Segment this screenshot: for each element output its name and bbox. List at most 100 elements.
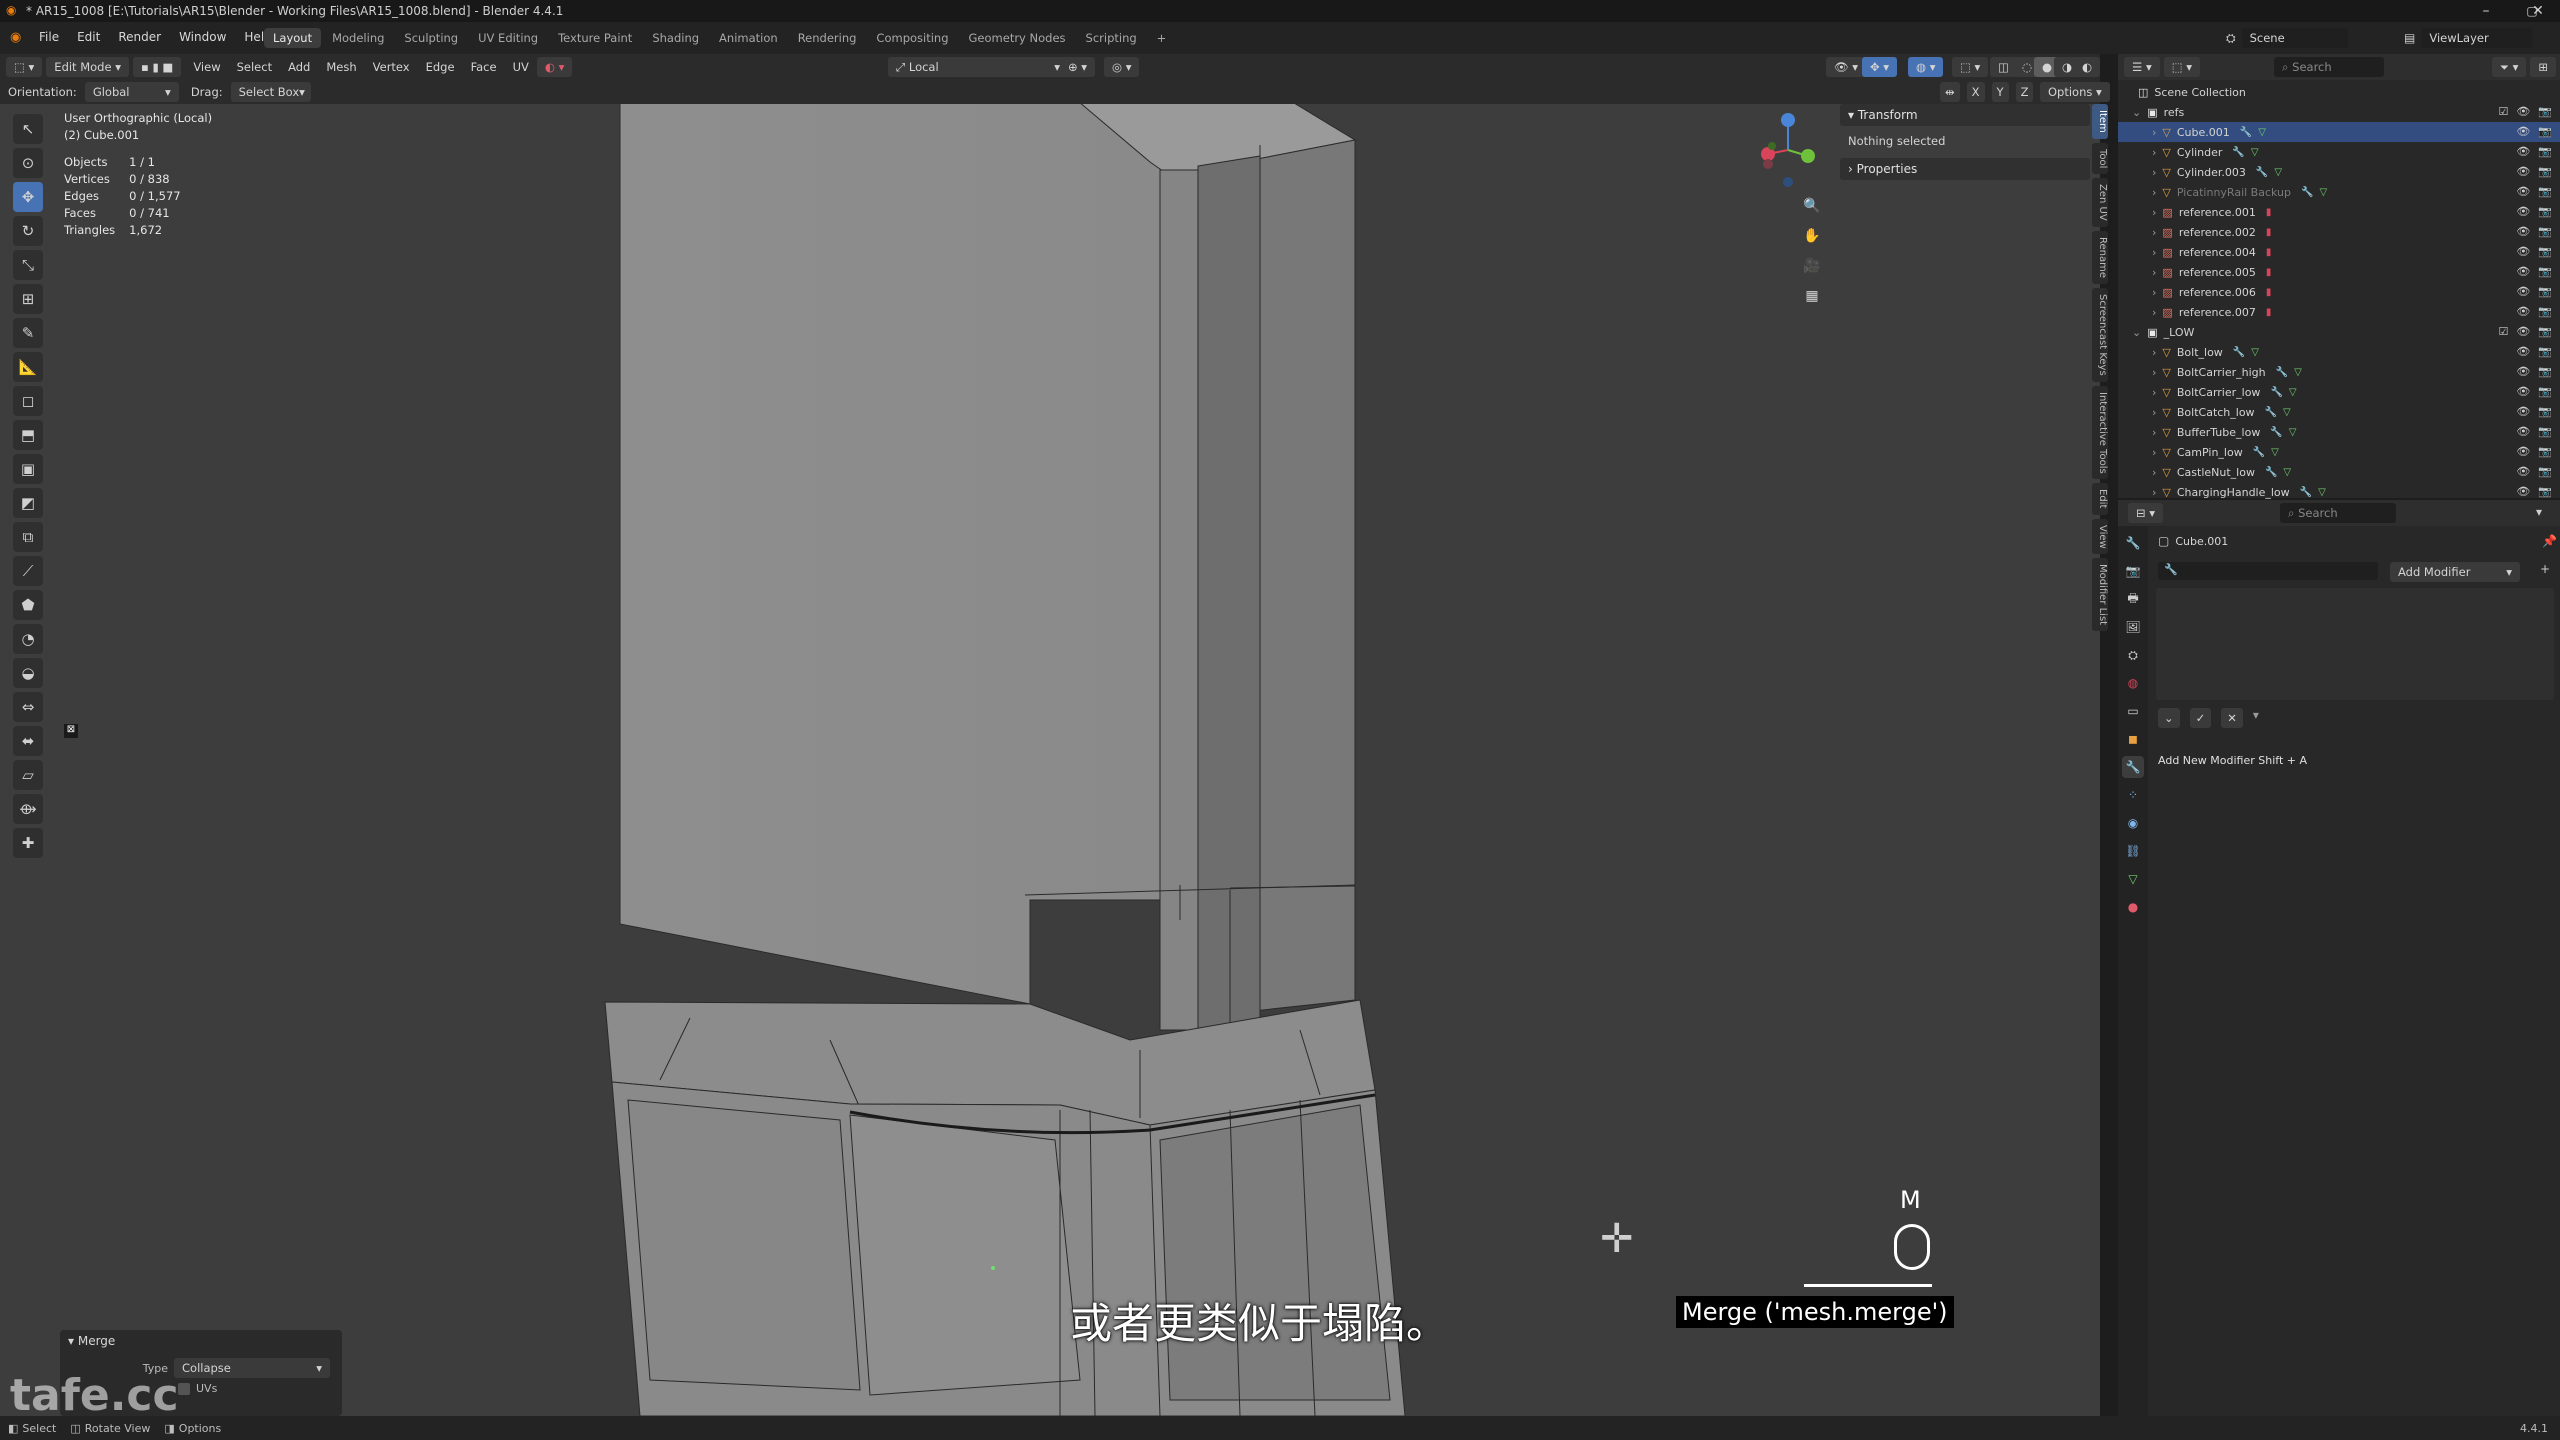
modifier-icon[interactable]: 🔧 bbox=[2253, 447, 2265, 458]
merge-panel-header[interactable]: ▾ Merge bbox=[60, 1330, 342, 1352]
view-layer-tab-icon[interactable]: 🖼 bbox=[2122, 616, 2144, 638]
exclude-checkbox-icon[interactable]: ☑ bbox=[2498, 105, 2508, 118]
modifier-check-icon[interactable]: ✓ bbox=[2189, 708, 2212, 728]
axis-x-toggle[interactable]: X bbox=[1966, 82, 1985, 102]
navigation-gizmo[interactable] bbox=[1748, 110, 1828, 190]
rotate-tool-icon[interactable]: ↻ bbox=[13, 216, 43, 246]
properties-search-input[interactable]: ⌕ Search bbox=[2280, 503, 2396, 523]
camera-icon[interactable]: 📷 bbox=[2538, 405, 2552, 418]
material-tab-icon[interactable]: ● bbox=[2122, 896, 2144, 918]
mesh-data-icon[interactable]: ▽ bbox=[2289, 427, 2297, 438]
image-data-icon[interactable]: ▮ bbox=[2266, 227, 2272, 238]
menu-render[interactable]: Render bbox=[109, 30, 170, 44]
outliner-row[interactable]: › ▽ BufferTube_low 🔧 ▽ 👁 📷 bbox=[2118, 422, 2560, 442]
drag-dropdown[interactable]: Select Box ▾ bbox=[230, 82, 311, 102]
menu-window[interactable]: Window bbox=[170, 30, 235, 44]
modifier-icon[interactable]: 🔧 bbox=[2232, 147, 2244, 158]
outliner-row[interactable]: › ▨ reference.002 ▮ 👁 📷 bbox=[2118, 222, 2560, 242]
image-data-icon[interactable]: ▮ bbox=[2266, 247, 2272, 258]
edge-slide-tool-icon[interactable]: ⇔ bbox=[13, 692, 43, 722]
modifier-icon[interactable]: 🔧 bbox=[2270, 387, 2282, 398]
mesh-data-icon[interactable]: ▽ bbox=[2251, 347, 2259, 358]
xray-icon[interactable]: ◫ bbox=[1990, 57, 2017, 77]
mesh-data-icon[interactable]: ▽ bbox=[2271, 447, 2279, 458]
zoom-icon[interactable]: 🔍 bbox=[1800, 194, 1824, 218]
menu-edit[interactable]: Edit bbox=[68, 30, 109, 44]
camera-icon[interactable]: 📷 bbox=[2538, 425, 2552, 438]
shrink-fatten-tool-icon[interactable]: ⬌ bbox=[13, 726, 43, 756]
camera-icon[interactable]: 📷 bbox=[2538, 245, 2552, 258]
eye-icon[interactable]: 👁 bbox=[2516, 365, 2530, 378]
properties-panel-header[interactable]: › Properties bbox=[1840, 158, 2090, 180]
menu-uv[interactable]: UV bbox=[505, 60, 537, 74]
render-tab-icon[interactable]: 📷 bbox=[2122, 560, 2144, 582]
properties-editor-icon[interactable]: ⊟ ▾ bbox=[2128, 503, 2164, 523]
expand-arrow-icon[interactable]: › bbox=[2152, 466, 2156, 479]
image-data-icon[interactable]: ▮ bbox=[2266, 267, 2272, 278]
eye-icon[interactable]: 👁 bbox=[2516, 405, 2530, 418]
eye-icon[interactable]: 👁 bbox=[2516, 285, 2530, 298]
tab-texture-paint[interactable]: Texture Paint bbox=[549, 28, 641, 48]
expand-arrow-icon[interactable]: › bbox=[2152, 346, 2156, 359]
constraints-tab-icon[interactable]: ⛓ bbox=[2122, 840, 2144, 862]
modifier-icon[interactable]: 🔧 bbox=[2233, 347, 2245, 358]
add-cube-tool-icon[interactable]: ◻ bbox=[13, 386, 43, 416]
world-tab-icon[interactable]: ◍ bbox=[2122, 672, 2144, 694]
tab-screencast-keys[interactable]: Screencast Keys bbox=[2092, 287, 2108, 382]
transform-panel-header[interactable]: ▾ Transform bbox=[1840, 104, 2090, 126]
outliner-row[interactable]: › ▨ reference.001 ▮ 👁 📷 bbox=[2118, 202, 2560, 222]
orientation-dropdown[interactable]: Global ▾ bbox=[84, 82, 179, 102]
cursor-tool-icon[interactable]: ⊙ bbox=[13, 148, 43, 178]
image-data-icon[interactable]: ▮ bbox=[2266, 207, 2272, 218]
mesh-data-icon[interactable]: ▽ bbox=[2289, 387, 2297, 398]
menu-face[interactable]: Face bbox=[463, 60, 505, 74]
outliner-row[interactable]: › ▨ reference.004 ▮ 👁 📷 bbox=[2118, 242, 2560, 262]
outliner-row[interactable]: › ▽ BoltCatch_low 🔧 ▽ 👁 📷 bbox=[2118, 402, 2560, 422]
tab-compositing[interactable]: Compositing bbox=[867, 28, 957, 48]
eye-icon[interactable]: 👁 bbox=[2516, 385, 2530, 398]
axis-y-toggle[interactable]: Y bbox=[1991, 82, 2009, 102]
eye-icon[interactable]: 👁 bbox=[2516, 485, 2530, 498]
eye-icon[interactable]: 👁 bbox=[2516, 345, 2530, 358]
display-mode-icon[interactable]: ⬚ ▾ bbox=[2163, 57, 2201, 77]
loop-cut-tool-icon[interactable]: ⧉ bbox=[13, 522, 43, 552]
options-dropdown[interactable]: Options ▾ bbox=[2040, 82, 2110, 102]
rip-tool-icon[interactable]: ⟴ bbox=[13, 794, 43, 824]
outliner-row[interactable]: › ▽ BoltCarrier_high 🔧 ▽ 👁 📷 bbox=[2118, 362, 2560, 382]
physics-tab-icon[interactable]: ◉ bbox=[2122, 812, 2144, 834]
tab-edit[interactable]: Edit bbox=[2092, 483, 2108, 515]
tab-interactive-tools[interactable]: Interactive Tools bbox=[2092, 385, 2108, 480]
tab-uv-editing[interactable]: UV Editing bbox=[469, 28, 547, 48]
editor-type-icon[interactable]: ⬚ ▾ bbox=[6, 57, 43, 77]
expand-arrow-icon[interactable]: › bbox=[2152, 406, 2156, 419]
menu-view[interactable]: View bbox=[185, 60, 228, 74]
tab-scripting[interactable]: Scripting bbox=[1077, 28, 1146, 48]
tab-layout[interactable]: Layout bbox=[264, 28, 322, 48]
outliner-row[interactable]: › ▽ CamPin_low 🔧 ▽ 👁 📷 bbox=[2118, 442, 2560, 462]
expand-arrow-icon[interactable]: › bbox=[2152, 186, 2156, 199]
tab-view[interactable]: View bbox=[2092, 518, 2108, 555]
tab-sculpting[interactable]: Sculpting bbox=[395, 28, 467, 48]
mesh-overlay-icon[interactable]: ⬚ ▾ bbox=[1952, 57, 1989, 77]
scene-collection-row[interactable]: ◫ Scene Collection bbox=[2118, 82, 2560, 102]
add-modifier-plus-icon[interactable]: + bbox=[2540, 562, 2550, 576]
outliner-row[interactable]: › ▨ reference.007 ▮ 👁 📷 bbox=[2118, 302, 2560, 322]
modifier-search-field[interactable]: 🔧 bbox=[2158, 562, 2378, 580]
filter-icon[interactable]: ⏷ ▾ bbox=[2491, 57, 2527, 77]
outliner-row[interactable]: ⌄ ▣ _LOW ☑ 👁 📷 bbox=[2118, 322, 2560, 342]
output-tab-icon[interactable]: 🖶 bbox=[2122, 588, 2144, 610]
viewlayer-selector[interactable]: ▤ ViewLayer bbox=[2404, 28, 2537, 48]
expand-arrow-icon[interactable]: › bbox=[2152, 286, 2156, 299]
eye-icon[interactable]: 👁 bbox=[2516, 265, 2530, 278]
expand-arrow-icon[interactable]: › bbox=[2152, 486, 2156, 499]
expand-arrow-icon[interactable]: › bbox=[2152, 166, 2156, 179]
tab-modeling[interactable]: Modeling bbox=[323, 28, 393, 48]
eye-icon[interactable]: 👁 bbox=[2516, 325, 2530, 338]
camera-icon[interactable]: 📷 bbox=[2538, 445, 2552, 458]
camera-icon[interactable]: 📷 bbox=[2538, 465, 2552, 478]
scene-selector[interactable]: ⛭ Scene bbox=[2226, 28, 2352, 48]
modifier-more-icon[interactable]: ▾ bbox=[2253, 708, 2259, 728]
menu-select[interactable]: Select bbox=[229, 60, 280, 74]
camera-icon[interactable]: 📷 bbox=[2538, 365, 2552, 378]
tab-modifier-list[interactable]: Modifier List bbox=[2092, 558, 2108, 632]
